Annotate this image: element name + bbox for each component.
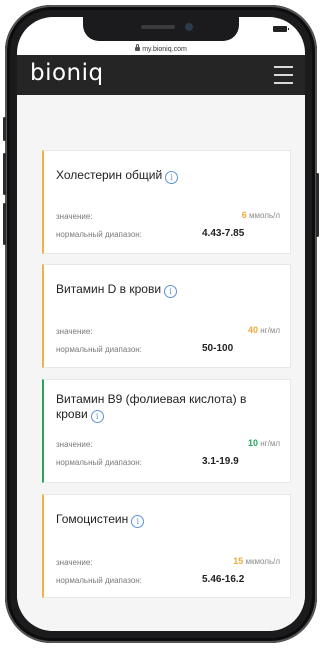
range-row: нормальный диапазон: 4.43-7.85 [56,228,280,240]
range-value: 50-100 [202,343,234,354]
phone-side-button [3,117,6,141]
value-unit: нг/мл [260,326,280,335]
range-label: нормальный диапазон: [56,458,142,467]
speaker-grille [141,25,175,29]
phone-frame: my.bioniq.com bioniq Холестерин общий i з… [3,5,319,643]
value-unit: ммоль/л [249,211,280,220]
phone-volume-down-button [3,203,6,245]
value-readout: 6 ммоль/л [242,210,280,220]
value-label: значение: [56,212,93,221]
value-unit: мкмоль/л [245,557,281,566]
value-label: значение: [56,327,93,336]
value-row: значение: 40 нг/мл [56,325,280,337]
card-title: Витамин B9 (фолиевая кислота) в крови i [56,392,280,423]
value-row: значение: 6 ммоль/л [56,210,280,222]
info-icon[interactable]: i [90,410,104,423]
range-value: 5.46-16.2 [202,574,245,585]
range-label: нормальный диапазон: [56,576,142,585]
result-card-cholesterol: Холестерин общий i значение: 6 ммоль/л но… [42,150,291,254]
range-row: нормальный диапазон: 3.1-19.9 [56,456,280,468]
value-label: значение: [56,440,93,449]
info-icon[interactable]: i [131,515,145,528]
card-title: Гомоцистеин i [56,512,280,528]
hamburger-menu-icon[interactable] [274,66,293,84]
range-row: нормальный диапазон: 5.46-16.2 [56,574,280,586]
info-icon[interactable]: i [165,171,179,184]
battery-icon [273,26,289,32]
info-icon[interactable]: i [164,285,178,298]
app-header: bioniq [17,55,305,95]
camera-icon [185,23,193,31]
card-title: Холестерин общий i [56,168,280,184]
value-row: значение: 10 нг/мл [56,438,280,450]
phone-power-button [316,173,319,237]
range-value: 3.1-19.9 [202,456,239,467]
card-title: Витамин D в крови i [56,282,280,298]
value-readout: 15 мкмоль/л [233,556,280,566]
value-label: значение: [56,558,93,567]
value-number: 10 [248,438,259,448]
card-title-text: Витамин B9 (фолиевая кислота) в крови [56,392,247,421]
value-readout: 40 нг/мл [248,325,280,335]
result-card-vitamin-d: Витамин D в крови i значение: 40 нг/мл но… [42,264,291,368]
range-label: нормальный диапазон: [56,230,142,239]
value-number: 6 [241,210,247,220]
value-row: значение: 15 мкмоль/л [56,556,280,568]
range-row: нормальный диапазон: 50-100 [56,343,280,355]
value-number: 40 [248,325,259,335]
card-title-text: Гомоцистеин [56,512,129,526]
value-number: 15 [233,556,244,566]
value-unit: нг/мл [260,439,280,448]
logo[interactable]: bioniq [30,60,104,86]
card-title-text: Холестерин общий [56,168,163,182]
address-bar[interactable]: my.bioniq.com [17,44,305,53]
range-label: нормальный диапазон: [56,345,142,354]
range-value: 4.43-7.85 [202,228,245,239]
value-readout: 10 нг/мл [248,438,280,448]
lock-icon [135,44,141,51]
results-list: Холестерин общий i значение: 6 ммоль/л но… [17,95,305,631]
url-text: my.bioniq.com [142,46,187,53]
result-card-vitamin-b9: Витамин B9 (фолиевая кислота) в крови i з… [42,379,291,483]
result-card-homocysteine: Гомоцистеин i значение: 15 мкмоль/л норма… [42,494,291,598]
phone-screen: my.bioniq.com bioniq Холестерин общий i з… [17,17,305,631]
phone-volume-up-button [3,153,6,195]
card-title-text: Витамин D в крови [56,282,162,296]
notch [83,17,239,41]
